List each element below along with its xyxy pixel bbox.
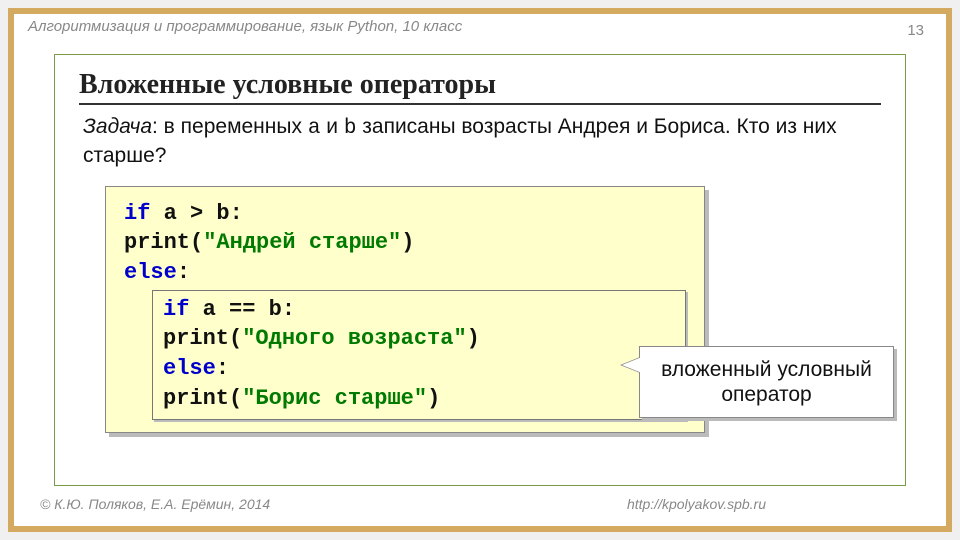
footer-copyright: © К.Ю. Поляков, Е.А. Ерёмин, 2014 xyxy=(40,496,270,512)
content-area: Вложенные условные операторы Задача: в п… xyxy=(54,54,906,486)
code-line-1: if a > b: xyxy=(124,199,686,229)
cond1: a > b: xyxy=(150,201,242,226)
code-line-2: print("Андрей старше") xyxy=(124,228,686,258)
print2b: ) xyxy=(467,326,480,351)
callout-bubble: вложенный условный оператор xyxy=(639,346,894,418)
print3a: print( xyxy=(163,386,242,411)
header-text: Алгоритмизация и программирование, язык … xyxy=(14,14,946,35)
task-label: Задача xyxy=(83,115,152,138)
task-text: Задача: в переменных a и b записаны возр… xyxy=(79,113,881,170)
kw-else2: else xyxy=(163,356,216,381)
print1a: print( xyxy=(124,230,203,255)
print3b: ) xyxy=(427,386,440,411)
slide-frame: Алгоритмизация и программирование, язык … xyxy=(8,8,952,532)
task-mid1: и xyxy=(320,115,343,138)
task-var-a: a xyxy=(308,117,321,140)
print2a: print( xyxy=(163,326,242,351)
str1: "Андрей старше" xyxy=(203,230,401,255)
cond2: a == b: xyxy=(189,297,295,322)
slide-title: Вложенные условные операторы xyxy=(79,69,881,105)
code-line-7: print("Борис старше") xyxy=(163,384,675,414)
colon2: : xyxy=(216,356,229,381)
footer-url: http://kpolyakov.spb.ru xyxy=(627,496,766,512)
colon1: : xyxy=(177,260,190,285)
code-block: if a > b: print("Андрей старше") else: i… xyxy=(105,186,705,434)
kw-else: else xyxy=(124,260,177,285)
nested-code-box: if a == b: print("Одного возраста") else… xyxy=(152,290,686,421)
kw-if: if xyxy=(124,201,150,226)
print1b: ) xyxy=(401,230,414,255)
code-line-5: print("Одного возраста") xyxy=(163,324,675,354)
kw-if2: if xyxy=(163,297,189,322)
task-prefix: : в переменных xyxy=(152,115,308,138)
code-line-6: else: xyxy=(163,354,675,384)
task-var-b: b xyxy=(344,117,357,140)
str3: "Борис старше" xyxy=(242,386,427,411)
code-line-4: if a == b: xyxy=(163,295,675,325)
code-line-3: else: xyxy=(124,258,686,288)
page-number: 13 xyxy=(907,22,924,39)
str2: "Одного возраста" xyxy=(242,326,466,351)
